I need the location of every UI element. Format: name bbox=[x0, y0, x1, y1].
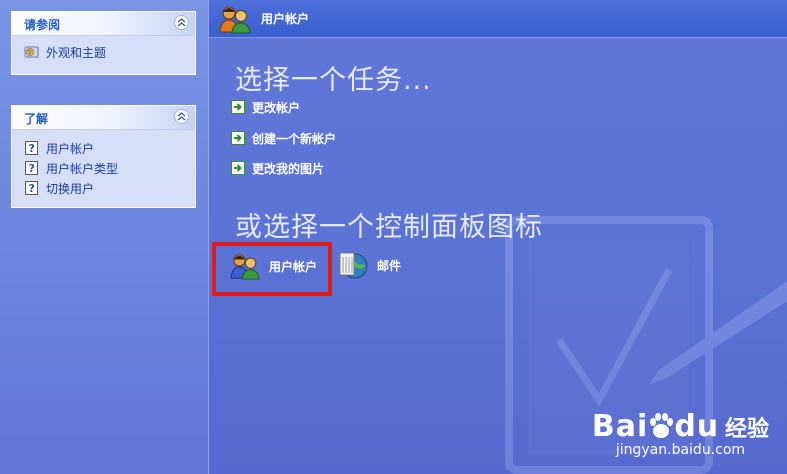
learn-item-account-types[interactable]: ? 用户帐户类型 bbox=[24, 158, 195, 178]
pick-task-heading: 选择一个任务... bbox=[235, 65, 432, 96]
cp-item-label: 用户帐户 bbox=[269, 259, 318, 274]
learn-item-user-accounts[interactable]: ? 用户帐户 bbox=[24, 138, 195, 158]
task-label: 创建一个新帐户 bbox=[252, 131, 337, 146]
baidu-brand-suffix: du bbox=[674, 409, 720, 444]
help-icon: ? bbox=[24, 180, 40, 196]
cp-item-user-accounts[interactable]: 用户帐户 bbox=[229, 252, 317, 280]
help-icon: ? bbox=[24, 160, 40, 176]
task-change-account[interactable]: 更改帐户 bbox=[231, 98, 300, 116]
header-bar: 用户帐户 bbox=[209, 0, 787, 38]
collapse-chevron-icon[interactable] bbox=[174, 109, 189, 124]
svg-text:?: ? bbox=[29, 142, 35, 155]
task-pane: 请参阅 外观和主题 了解 ? 用户帐户 ? 用户帐户类型 ? 切换用户 bbox=[0, 0, 208, 474]
learn-item-label: 用户帐户类型 bbox=[46, 161, 119, 176]
page-title: 用户帐户 bbox=[261, 12, 310, 26]
green-arrow-icon bbox=[231, 100, 245, 114]
task-create-account[interactable]: 创建一个新帐户 bbox=[231, 129, 336, 147]
cp-item-mail[interactable]: 邮件 bbox=[337, 249, 401, 281]
learn-item-label: 用户帐户 bbox=[46, 141, 95, 156]
task-label: 更改我的图片 bbox=[252, 161, 325, 176]
collapse-chevron-icon[interactable] bbox=[174, 15, 189, 30]
main-content: 用户帐户 选择一个任务... 更改帐户 创建一个新帐户 更改我的图片 或选择一个… bbox=[208, 0, 787, 474]
learn-about-title: 了解 bbox=[24, 112, 49, 126]
cp-item-label: 邮件 bbox=[377, 258, 402, 273]
learn-about-header[interactable]: 了解 bbox=[12, 106, 195, 130]
green-arrow-icon bbox=[231, 131, 245, 145]
see-also-title: 请参阅 bbox=[24, 18, 61, 32]
task-label: 更改帐户 bbox=[252, 100, 301, 115]
svg-text:?: ? bbox=[29, 182, 35, 195]
task-change-picture[interactable]: 更改我的图片 bbox=[231, 159, 324, 177]
user-accounts-icon bbox=[218, 4, 252, 37]
see-also-header[interactable]: 请参阅 bbox=[12, 12, 195, 36]
user-accounts-icon bbox=[229, 252, 261, 280]
green-arrow-icon bbox=[231, 161, 245, 175]
help-icon: ? bbox=[24, 140, 40, 156]
learn-item-label: 切换用户 bbox=[46, 181, 95, 196]
paw-icon bbox=[648, 412, 674, 443]
appearance-icon bbox=[24, 44, 40, 60]
pick-icon-heading: 或选择一个控制面板图标 bbox=[235, 212, 543, 243]
learn-about-panel: 了解 ? 用户帐户 ? 用户帐户类型 ? 切换用户 bbox=[11, 105, 196, 208]
baidu-jingyan-label: 经验 bbox=[724, 417, 769, 442]
mail-icon bbox=[337, 249, 369, 281]
baidu-brand-prefix: Bai bbox=[591, 409, 649, 444]
baidu-url: jingyan.baidu.com bbox=[615, 442, 746, 458]
learn-item-switch-users[interactable]: ? 切换用户 bbox=[24, 178, 195, 198]
see-also-panel: 请参阅 外观和主题 bbox=[11, 11, 196, 75]
baidu-watermark: Bai du 经验 jingyan.baidu.com bbox=[592, 409, 769, 458]
see-also-item-label: 外观和主题 bbox=[46, 45, 107, 60]
svg-text:?: ? bbox=[29, 162, 35, 175]
see-also-item-appearance[interactable]: 外观和主题 bbox=[24, 42, 195, 62]
